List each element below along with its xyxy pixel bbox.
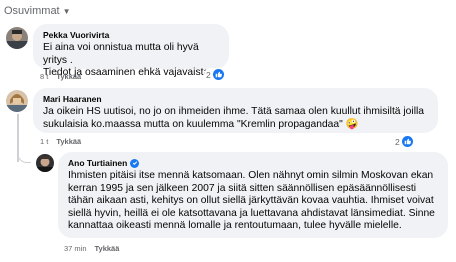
reaction-count[interactable]: 2	[204, 68, 226, 81]
reaction-count[interactable]: 2	[393, 135, 415, 148]
comment-bubble: Ano Turtiainen Ihmisten pitäisi itse men…	[58, 152, 448, 238]
avatar[interactable]	[6, 27, 28, 49]
comment-author[interactable]: Pekka Vuorivirta	[43, 30, 219, 40]
thread-connector	[17, 150, 31, 163]
comment-line: Ei aina voi onnistua mutta oli hyvä yrit…	[43, 42, 199, 66]
like-button[interactable]: Tykkää	[56, 137, 81, 146]
comment-line: kannattaa oikeasti mennä lomalle ja rent…	[68, 220, 402, 231]
comment-line: kerran 1995 ja sen jälkeen 2007 ja siitä…	[68, 182, 417, 194]
comment-text: Ja oikein HS uutisoi, no jo on ihmeiden …	[43, 106, 428, 131]
comment-line: Ihmisten pitäisi itse mennä katsomaan. O…	[68, 170, 434, 181]
chevron-down-icon: ▼	[62, 6, 71, 16]
avatar[interactable]	[6, 90, 28, 112]
comment-bubble: Pekka Vuorivirta Ei aina voi onnistua mu…	[33, 24, 229, 78]
comment-text: Ihmisten pitäisi itse mennä katsomaan. O…	[68, 170, 438, 233]
comment-meta: 1 t Tykkää	[40, 137, 81, 146]
sort-selector[interactable]: Osuvimmat ▼	[4, 5, 71, 17]
comment-meta: 37 min Tykkää	[64, 244, 119, 253]
comment-line: tähän aikaan asti, kehitys on ollut siel…	[68, 195, 434, 206]
comment-time[interactable]: 8 t	[40, 72, 48, 81]
comment-time[interactable]: 1 t	[40, 137, 48, 146]
comment-line: Ja oikein HS uutisoi, no jo on ihmeiden …	[43, 106, 424, 117]
comment-line: sukulaisia ko.maassa mutta on kuulemma "…	[43, 118, 359, 130]
comment-author[interactable]: Mari Haaranen	[43, 94, 428, 104]
verified-badge-icon	[130, 158, 140, 168]
comment-meta: 8 t Tykkää	[40, 72, 81, 81]
comment-line: siellä hyvin, heillä ei ole katsottavana…	[68, 207, 435, 219]
comment-bubble: Mari Haaranen Ja oikein HS uutisoi, no j…	[33, 88, 438, 133]
comment-author[interactable]: Ano Turtiainen	[68, 158, 127, 168]
sort-label: Osuvimmat	[4, 5, 60, 17]
like-icon	[401, 136, 413, 147]
like-button[interactable]: Tykkää	[56, 72, 81, 81]
avatar[interactable]	[36, 154, 54, 172]
comment-time[interactable]: 37 min	[64, 244, 87, 253]
like-icon	[212, 69, 224, 80]
like-button[interactable]: Tykkää	[95, 244, 120, 253]
